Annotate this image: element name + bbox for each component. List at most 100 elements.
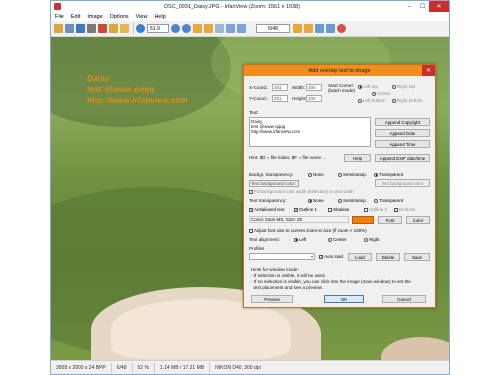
copy-icon[interactable] [109,24,118,33]
corner-left-top-radio[interactable]: Left top [358,84,378,89]
save-profile-button[interactable]: Save [404,253,430,261]
load-button[interactable]: Load [348,253,372,261]
outline1-checkbox[interactable]: Outline 1 [294,207,317,212]
antialiased-checkbox[interactable]: Antialiased text [249,207,285,212]
print-icon[interactable] [87,24,96,33]
menu-help[interactable]: Help [154,14,165,20]
outline2-checkbox[interactable]: Outline 2 [364,207,387,212]
overlay-text-line: Daisy [87,74,110,83]
rotate-right-icon[interactable] [237,24,246,33]
menu-image[interactable]: Image [87,14,102,20]
text-transparent-label: Transparent [379,198,404,203]
height-input[interactable]: 100 [306,95,322,102]
append-exif-button[interactable]: Append EXIF date/time [375,154,430,162]
text-label: Text: [249,110,259,115]
close-button[interactable]: ✕ [429,1,449,12]
info-icon[interactable] [136,24,145,33]
fit-bg-color-checkbox[interactable]: Fit background color width (selection) t… [249,189,354,194]
align-right-radio[interactable]: Right [364,237,380,242]
corner-right-bottom-radio[interactable]: Right bottom [392,98,423,103]
menu-view[interactable]: View [136,14,148,20]
append-copyright-button[interactable]: Append Copyright [375,118,430,126]
menu-options[interactable]: Options [110,14,129,20]
help-button[interactable]: Help [344,154,371,162]
chevron-down-icon: ▾ [310,254,313,259]
corner-right-top-radio[interactable]: Right top [392,84,415,89]
radio-icon [392,98,396,103]
overlay-text-textarea[interactable]: Daisy test @www qqqq http://www.irfanvie… [249,117,371,147]
color-button[interactable]: Color [406,216,430,224]
next-icon[interactable] [204,24,213,33]
radio-icon [308,172,312,177]
irfanview-logo-icon[interactable] [337,24,346,33]
menu-bar: File Edit Image Options View Help [51,12,449,21]
radio-icon [328,237,332,242]
shadow-label: Shadow [333,207,350,212]
auto-load-checkbox[interactable]: Auto load [319,254,343,259]
align-left-radio[interactable]: Left [294,237,307,242]
append-date-button[interactable]: Append Date [375,129,430,137]
corner-right-top-label: Right top [397,84,416,89]
backgr-none-radio[interactable]: None [308,172,324,177]
corner-left-bottom-radio[interactable]: Left bottom [358,98,386,103]
paint-icon[interactable] [315,24,324,33]
thumbnails-icon[interactable] [215,24,224,33]
slideshow-icon[interactable] [65,24,74,33]
hint-line: - If no selection is visible, you can cl… [251,279,411,284]
set-bg-color-button[interactable]: Set background color [375,179,430,187]
text-none-radio[interactable]: None [308,198,324,203]
width-input[interactable]: 300 [306,84,322,91]
adjust-font-label: Adjust font size to current zoom-in size… [254,228,367,233]
hint-line: text placement and see a preview. [251,285,324,290]
preview-button[interactable]: Preview [251,295,293,303]
menu-file[interactable]: File [55,14,64,20]
ycoord-input[interactable]: 201 [272,95,288,102]
profiles-dropdown[interactable]: ▾ [249,253,315,260]
backgr-transparent-radio[interactable]: Transparent [374,172,403,177]
checkbox-icon [394,207,398,212]
font-button[interactable]: Font [378,216,402,224]
minimize-button[interactable]: – [403,1,416,12]
outline2-label: Outline 2 [369,207,388,212]
cancel-button[interactable]: Cancel [382,295,426,303]
paste-icon[interactable] [120,24,129,33]
dialog-title: Add overlay text to image [308,67,371,74]
last-page-icon[interactable] [304,24,313,33]
zoom-in-icon[interactable] [171,24,180,33]
previous-icon[interactable] [193,24,202,33]
zoom-out-icon[interactable] [182,24,191,33]
delete-button[interactable]: Delete [376,253,400,261]
ok-button[interactable]: OK [324,295,364,303]
auto-load-label: Auto load [324,254,344,259]
corner-center-radio[interactable]: Center [372,91,391,96]
radio-icon [338,172,342,177]
open-folder-icon[interactable] [54,24,63,33]
delete-icon[interactable] [98,24,107,33]
shadow-checkbox[interactable]: Shadow [328,207,349,212]
overlay-text-preview: Daisy test @www qqqq http://www.irfanvie… [87,73,188,106]
page-field[interactable]: 6/48 [256,24,290,33]
checkbox-icon [328,207,332,212]
maximize-button[interactable]: ☐ [416,1,429,12]
dialog-close-button[interactable]: ✕ [422,65,435,76]
first-page-icon[interactable] [293,24,302,33]
backgr-semitransp-radio[interactable]: Semitransp. [338,172,367,177]
text-transparent-radio[interactable]: Transparent [374,198,403,203]
save-icon[interactable] [76,24,85,33]
rotate-left-icon[interactable] [226,24,235,33]
align-center-radio[interactable]: Center [328,237,347,242]
settings-icon[interactable] [326,24,335,33]
checkbox-icon [319,254,323,259]
adjust-font-checkbox[interactable]: Adjust font size to current zoom-in size… [249,228,367,233]
menu-edit[interactable]: Edit [71,14,80,20]
zoom-select[interactable]: 51.9 [147,24,169,33]
status-size: 1.14 MB / 17.21 MB [155,362,211,373]
height-label: Height: [292,96,307,101]
text-semitransp-radio[interactable]: Semitransp. [338,198,367,203]
emboss-checkbox[interactable]: Emboss [394,207,415,212]
xcoord-input[interactable]: 201 [272,84,288,91]
append-time-button[interactable]: Append Time [375,140,430,148]
corner-left-top-label: Left top [363,84,379,89]
title-bar: DSC_0931_Daisy.JPG - IrfanView (Zoom: 15… [51,1,449,12]
corner-left-bottom-label: Left bottom [363,98,386,103]
